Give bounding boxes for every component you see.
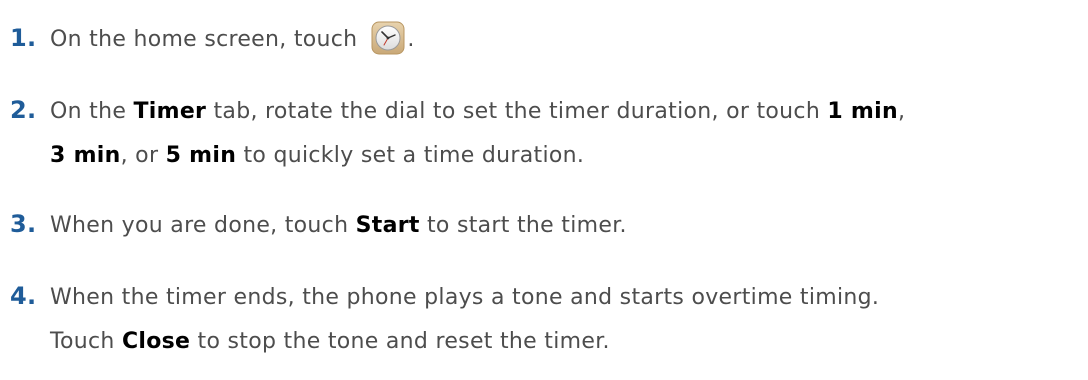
step-1: 1. On the home screen, touch . xyxy=(10,18,1086,62)
step-number: 4. xyxy=(10,282,37,310)
step-4: 4. When the timer ends, the phone plays … xyxy=(10,276,1086,364)
step-text-part: . xyxy=(407,27,415,52)
step-number: 1. xyxy=(10,24,37,52)
step-text-part: On the xyxy=(50,99,134,124)
step-number: 2. xyxy=(10,96,37,124)
step-2: 2. On the Timer tab, rotate the dial to … xyxy=(10,90,1086,178)
ui-term-3-min: 3 min xyxy=(50,143,121,168)
ui-term-5-min: 5 min xyxy=(165,143,237,168)
step-text: When you are done, touch Start to start … xyxy=(50,204,1086,248)
step-number: 3. xyxy=(10,210,37,238)
step-text-part: When you are done, touch xyxy=(50,213,356,238)
clock-app-icon xyxy=(371,21,405,55)
step-3: 3. When you are done, touch Start to sta… xyxy=(10,204,1086,248)
step-text: When the timer ends, the phone plays a t… xyxy=(50,276,1086,364)
step-text-part: , xyxy=(897,99,906,124)
step-text: On the Timer tab, rotate the dial to set… xyxy=(50,90,1086,178)
step-text-part: tab, rotate the dial to set the timer du… xyxy=(206,99,828,124)
step-text-part: to start the timer. xyxy=(419,213,627,238)
step-text-part: On the home screen, touch xyxy=(50,27,358,52)
step-text-part: to quickly set a time duration. xyxy=(236,143,585,168)
ui-term-timer: Timer xyxy=(133,99,207,124)
step-text-part: , or xyxy=(120,143,166,168)
step-text-part: to stop the tone and reset the timer. xyxy=(190,329,610,354)
step-text-part: Touch xyxy=(50,329,122,354)
ui-term-start: Start xyxy=(355,213,420,238)
ui-term-close: Close xyxy=(121,329,191,354)
ui-term-1-min: 1 min xyxy=(827,99,898,124)
step-text: On the home screen, touch . xyxy=(50,18,1086,62)
step-text-part: When the timer ends, the phone plays a t… xyxy=(50,285,880,310)
